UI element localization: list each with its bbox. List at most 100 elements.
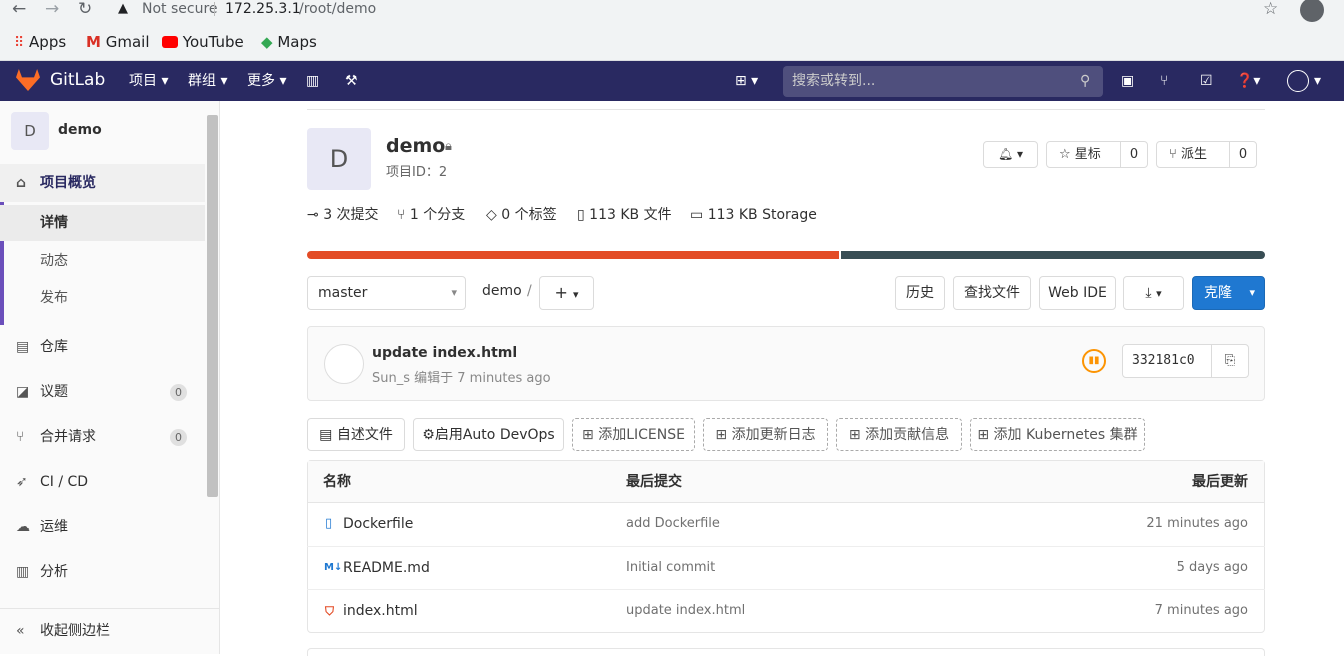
bookmark-youtube[interactable]: YouTube (162, 32, 244, 52)
copy-icon[interactable]: ⎘ (1211, 345, 1248, 377)
back-icon[interactable]: ← (12, 0, 26, 18)
sidebar-item-merge-requests[interactable]: ⑂ 合并请求 0 (0, 418, 205, 456)
storage-icon: ▭ (690, 207, 704, 223)
add-file-button[interactable]: + ▾ (539, 276, 594, 310)
fork-button[interactable]: ⑂ 派生 0 (1156, 141, 1257, 168)
updated-time: 7 minutes ago (1154, 603, 1248, 618)
chart-icon[interactable]: ▥ (306, 71, 319, 91)
file-icon: ▯ (325, 516, 333, 531)
wrench-icon[interactable]: ⚒ (345, 71, 358, 91)
branch-icon: ⑂ (397, 207, 406, 223)
gitlab-brand[interactable]: GitLab (50, 70, 105, 90)
todos-icon[interactable]: ☑ (1200, 71, 1213, 91)
pipeline-paused-icon[interactable]: ▮▮ (1082, 349, 1106, 373)
bookmark-maps[interactable]: ◆ Maps (261, 32, 317, 52)
readme-action[interactable]: ▤ 自述文件 (307, 418, 405, 451)
help-icon[interactable]: ❓▾ (1236, 71, 1260, 91)
forward-icon[interactable]: → (45, 0, 59, 18)
commit-link[interactable]: Initial commit (626, 547, 715, 589)
user-avatar[interactable] (1287, 70, 1309, 92)
sidebar-item-activity[interactable]: 动态 (0, 242, 205, 280)
add-kubernetes-action[interactable]: ⊞ 添加 Kubernetes 集群 (970, 418, 1145, 451)
clone-button[interactable]: 克隆 ▾ (1192, 276, 1265, 310)
menu-groups[interactable]: 群组 ▾ (188, 71, 227, 91)
menu-more[interactable]: 更多 ▾ (247, 71, 286, 91)
search-input[interactable]: 搜索或转到... (783, 66, 1103, 97)
sidebar-item-analytics[interactable]: ▥ 分析 (0, 553, 205, 591)
bookmark-apps[interactable]: ⠿ Apps (14, 32, 66, 53)
commit-meta: Sun_s 编辑于 7 minutes ago (372, 371, 551, 386)
sidebar-item-releases[interactable]: 发布 (0, 279, 205, 317)
star-icon: ☆ (1059, 147, 1071, 162)
download-button[interactable]: ⤓ ▾ (1123, 276, 1184, 310)
stat-commits[interactable]: ⊸ 3 次提交 (307, 207, 379, 223)
chevron-down-icon[interactable]: ▾ (1314, 71, 1321, 91)
chevron-down-icon: ▾ (451, 286, 457, 299)
issues-icon[interactable]: ▣ (1121, 71, 1134, 91)
top-divider (307, 109, 1265, 110)
commit-link[interactable]: update index.html (626, 590, 745, 632)
auto-devops-action[interactable]: ⚙启用Auto DevOps (413, 418, 564, 451)
commit-message[interactable]: update index.html (372, 345, 517, 361)
fork-icon: ⑂ (1169, 147, 1177, 162)
stat-tags[interactable]: ◇ 0 个标签 (486, 207, 557, 223)
breadcrumb-path[interactable]: demo (482, 283, 522, 299)
table-row[interactable]: M↓ README.md Initial commit 5 days ago (307, 546, 1265, 589)
file-name-link[interactable]: index.html (343, 590, 418, 632)
bookmark-gmail[interactable]: M Gmail (86, 32, 149, 52)
markdown-icon: M↓ (324, 562, 343, 573)
merge-requests-icon[interactable]: ⑂ (1160, 71, 1168, 91)
sidebar-item-issues[interactable]: ◪ 议题 0 (0, 373, 205, 411)
stat-branches[interactable]: ⑂ 1 个分支 (397, 207, 465, 223)
web-ide-button[interactable]: Web IDE (1039, 276, 1116, 310)
history-button[interactable]: 历史 (895, 276, 945, 310)
profile-avatar[interactable] (1300, 0, 1324, 22)
col-name-header: 名称 (323, 474, 351, 490)
security-label: Not secure (142, 1, 218, 17)
sidebar-item-operations[interactable]: ☁ 运维 (0, 508, 205, 546)
stat-files[interactable]: ▯ 113 KB 文件 (577, 207, 672, 223)
last-commit-panel: update index.html Sun_s 编辑于 7 minutes ag… (307, 326, 1265, 401)
notification-button[interactable]: 🔔︎ ▾ (983, 141, 1038, 168)
star-button[interactable]: ☆ 星标 0 (1046, 141, 1148, 168)
commit-sha[interactable]: 332181c0 ⎘ (1122, 344, 1249, 378)
url-path: /root/demo (299, 1, 377, 17)
readme-panel-edge (307, 648, 1265, 656)
stat-storage[interactable]: ▭ 113 KB Storage (690, 207, 817, 223)
gitlab-topnav: GitLab 项目 ▾ 群组 ▾ 更多 ▾ ▥ ⚒ ⊞ ▾ 搜索或转到... ⚲… (0, 61, 1344, 101)
sidebar-project-name: demo (58, 122, 102, 138)
sidebar-item-details[interactable]: 详情 (0, 205, 205, 241)
commit-link[interactable]: add Dockerfile (626, 503, 720, 545)
address-bar[interactable]: ▲ Not secure 172.25.3.1 /root/demo (108, 0, 1298, 22)
main-content: D demo 🔒︎ 项目ID：2 🔔︎ ▾ ☆ 星标 0 ⑂ 派生 0 ⊸ 3 次提… (220, 101, 1344, 656)
file-name-link[interactable]: README.md (343, 547, 430, 589)
issues-count-badge: 0 (170, 384, 187, 401)
sidebar-collapse[interactable]: «收起侧边栏 (0, 608, 219, 654)
search-icon: ⚲ (1080, 73, 1091, 89)
chevron-down-icon: ▾ (1249, 286, 1255, 299)
col-updated-header: 最后更新 (1192, 474, 1248, 490)
new-item-icon[interactable]: ⊞ ▾ (735, 71, 758, 91)
bookmark-star-icon[interactable]: ☆ (1263, 0, 1278, 18)
table-row[interactable]: ⛉ index.html update index.html 7 minutes… (307, 589, 1265, 632)
add-changelog-action[interactable]: ⊞ 添加更新日志 (703, 418, 828, 451)
add-contributing-action[interactable]: ⊞ 添加贡献信息 (836, 418, 962, 451)
chevron-down-icon: ▾ (572, 288, 579, 301)
collapse-icon: « (16, 623, 25, 639)
table-row[interactable]: ▯ Dockerfile add Dockerfile 21 minutes a… (307, 503, 1265, 546)
sidebar-item-repository[interactable]: ▤ 仓库 (0, 328, 205, 366)
commit-icon: ⊸ (307, 207, 319, 223)
updated-time: 5 days ago (1176, 560, 1248, 575)
sidebar-item-overview[interactable]: ⌂ 项目概览 (0, 164, 205, 202)
gitlab-logo-icon[interactable] (16, 69, 40, 91)
sidebar-project-header[interactable]: D demo (11, 112, 201, 150)
branch-select[interactable]: master ▾ (307, 276, 466, 310)
add-license-action[interactable]: ⊞ 添加LICENSE (572, 418, 695, 451)
menu-projects[interactable]: 项目 ▾ (129, 71, 168, 91)
reload-icon[interactable]: ↻ (78, 0, 92, 18)
sidebar-scrollbar[interactable] (207, 115, 218, 497)
sidebar-item-cicd[interactable]: ➶ CI / CD (0, 463, 205, 501)
file-name-link[interactable]: Dockerfile (343, 503, 413, 545)
project-id: 项目ID：2 (386, 165, 448, 180)
find-file-button[interactable]: 查找文件 (953, 276, 1031, 310)
